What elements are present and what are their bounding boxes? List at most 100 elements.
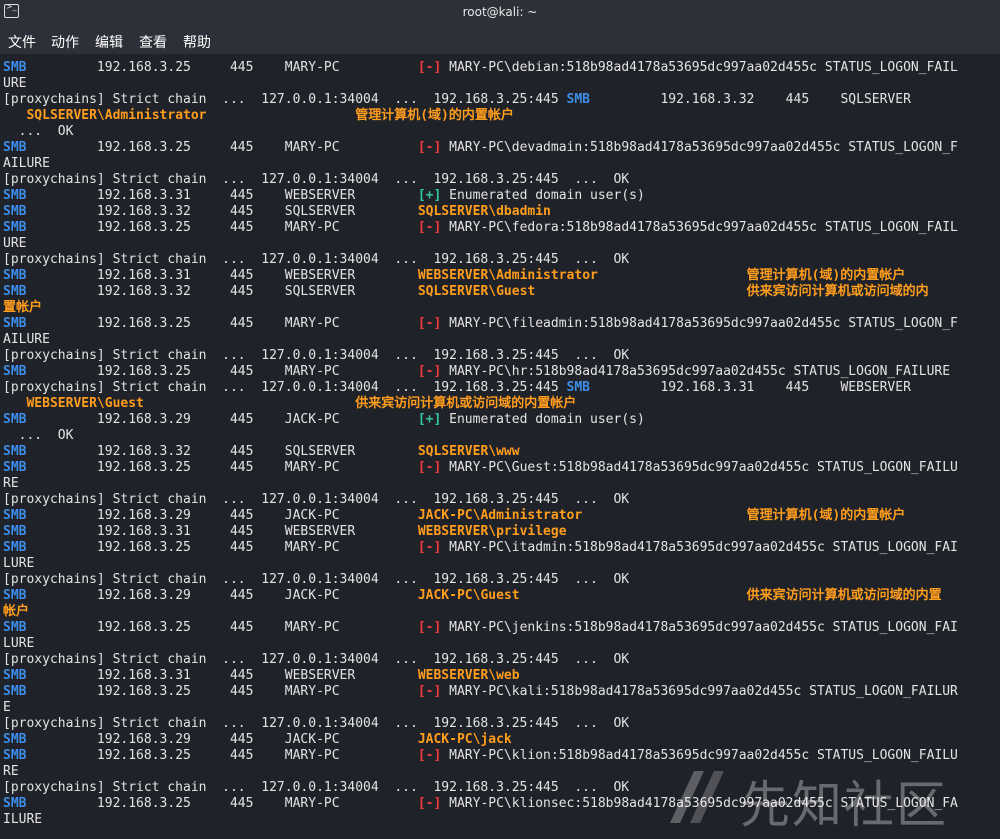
line-text: [proxychains] Strict chain ... 127.0.0.1… xyxy=(3,172,630,187)
terminal-line: SMB 192.168.3.25 445 MARY-PC [-] MARY-PC… xyxy=(3,460,958,476)
protocol-tag: SMB xyxy=(3,316,27,331)
protocol-tag: SMB xyxy=(566,92,591,107)
protocol-tag: SMB xyxy=(3,748,27,763)
highlight-text: 帐户 xyxy=(3,604,30,619)
window-titlebar: root@kali: ~ xyxy=(0,0,1000,26)
line-text: 192.168.3.25 445 MARY-PC xyxy=(26,684,418,699)
highlight-text: SQLSERVER\Guest xyxy=(417,284,536,299)
protocol-tag: SMB xyxy=(566,380,591,395)
fail-marker: [-] xyxy=(417,796,442,811)
line-text: [proxychains] Strict chain ... 127.0.0.1… xyxy=(3,572,630,587)
xianzhi-logo-icon xyxy=(670,771,724,823)
terminal-line: URE xyxy=(3,76,26,92)
line-text: 192.168.3.32 445 SQLSERVER xyxy=(590,92,911,107)
fail-marker: [-] xyxy=(417,364,442,379)
line-text xyxy=(207,108,356,123)
watermark: 先知社区 xyxy=(664,761,994,834)
protocol-tag: SMB xyxy=(3,588,27,603)
line-text xyxy=(3,396,26,411)
protocol-tag: SMB xyxy=(3,684,27,699)
fail-marker: [-] xyxy=(417,316,442,331)
highlight-text: 置帐户 xyxy=(3,300,43,315)
terminal-line: [proxychains] Strict chain ... 127.0.0.1… xyxy=(3,172,629,188)
line-text: MARY-PC\devadmain:518b98ad4178a53695dc99… xyxy=(441,140,958,155)
line-text: 192.168.3.29 445 JACK-PC xyxy=(26,412,418,427)
terminal-line: [proxychains] Strict chain ... 127.0.0.1… xyxy=(3,92,911,108)
line-text: 192.168.3.29 445 JACK-PC xyxy=(26,588,418,603)
line-text: URE xyxy=(3,76,27,91)
terminal-line: SMB 192.168.3.25 445 MARY-PC [-] MARY-PC… xyxy=(3,540,958,556)
terminal-line: [proxychains] Strict chain ... 127.0.0.1… xyxy=(3,492,629,508)
terminal-output[interactable]: ILURE SMB 192.168.3.25 445 MARY-PC [-] MA… xyxy=(0,54,1000,839)
line-text: MARY-PC\Guest:518b98ad4178a53695dc997aa0… xyxy=(441,460,958,475)
line-text: ILURE xyxy=(3,812,43,827)
line-text: [proxychains] Strict chain ... 127.0.0.1… xyxy=(3,716,630,731)
terminal-line: SMB 192.168.3.25 445 MARY-PC [-] MARY-PC… xyxy=(3,364,950,380)
line-text: 192.168.3.31 445 WEBSERVER xyxy=(26,188,418,203)
highlight-text: SQLSERVER\dbadmin xyxy=(417,204,551,219)
line-text: MARY-PC\kali:518b98ad4178a53695dc997aa02… xyxy=(441,684,958,699)
line-text: Enumerated domain user(s) xyxy=(441,412,645,427)
fail-marker: [-] xyxy=(417,540,442,555)
terminal-line: SMB 192.168.3.29 445 JACK-PC [+] Enumera… xyxy=(3,412,645,428)
line-text: [proxychains] Strict chain ... 127.0.0.1… xyxy=(3,652,630,667)
terminal-line: SMB 192.168.3.31 445 WEBSERVER [+] Enume… xyxy=(3,188,645,204)
line-text: MARY-PC\debian:518b98ad4178a53695dc997aa… xyxy=(441,60,958,75)
line-text: 192.168.3.25 445 MARY-PC xyxy=(26,540,418,555)
menu-edit[interactable]: 编辑 xyxy=(95,32,123,52)
fail-marker: [-] xyxy=(417,748,442,763)
terminal-line: SQLSERVER\Administrator 管理计算机(域)的内置帐户 xyxy=(3,108,514,124)
line-text: MARY-PC\jenkins:518b98ad4178a53695dc997a… xyxy=(441,620,958,635)
protocol-tag: SMB xyxy=(3,284,27,299)
protocol-tag: SMB xyxy=(3,540,27,555)
protocol-tag: SMB xyxy=(3,60,27,75)
protocol-tag: SMB xyxy=(3,796,27,811)
line-text xyxy=(535,284,746,299)
line-text: 192.168.3.25 445 MARY-PC xyxy=(26,748,418,763)
line-text: 192.168.3.31 445 WEBSERVER xyxy=(26,268,418,283)
protocol-tag: SMB xyxy=(3,668,27,683)
highlight-text: 管理计算机(域)的内置帐户 xyxy=(355,108,514,123)
line-text: LURE xyxy=(3,636,35,651)
fail-marker: [-] xyxy=(417,220,442,235)
highlight-text: SQLSERVER\Administrator xyxy=(26,108,207,123)
line-text: Enumerated domain user(s) xyxy=(441,188,645,203)
menu-help[interactable]: 帮助 xyxy=(183,32,211,52)
line-text: 192.168.3.25 445 MARY-PC xyxy=(26,140,418,155)
line-text xyxy=(598,268,747,283)
line-text: 192.168.3.25 445 MARY-PC xyxy=(26,220,418,235)
line-text: 192.168.3.25 445 MARY-PC xyxy=(26,620,418,635)
terminal-line: SMB 192.168.3.32 445 SQLSERVER SQLSERVER… xyxy=(3,284,929,300)
line-text: 192.168.3.31 445 WEBSERVER xyxy=(26,668,418,683)
highlight-text: WEBSERVER\Administrator xyxy=(417,268,598,283)
terminal-line: RE xyxy=(3,764,19,780)
protocol-tag: SMB xyxy=(3,620,27,635)
protocol-tag: SMB xyxy=(3,460,27,475)
line-text: [proxychains] Strict chain ... 127.0.0.1… xyxy=(3,348,630,363)
terminal-line: SMB 192.168.3.31 445 WEBSERVER WEBSERVER… xyxy=(3,668,520,684)
menu-view[interactable]: 查看 xyxy=(139,32,167,52)
menu-file[interactable]: 文件 xyxy=(8,32,36,52)
highlight-text: JACK-PC\jack xyxy=(417,732,512,747)
highlight-text: 供来宾访问计算机或访问域的内置帐户 xyxy=(355,396,577,411)
protocol-tag: SMB xyxy=(3,204,27,219)
line-text: [proxychains] Strict chain ... 127.0.0.1… xyxy=(3,780,630,795)
line-text: MARY-PC\hr:518b98ad4178a53695dc997aa02d4… xyxy=(441,364,951,379)
line-text: AILURE xyxy=(3,156,50,171)
terminal-line: ... OK xyxy=(3,124,74,140)
line-text xyxy=(582,508,746,523)
line-text: [proxychains] Strict chain ... 127.0.0.1… xyxy=(3,380,567,395)
line-text: LURE xyxy=(3,556,35,571)
terminal-line: [proxychains] Strict chain ... 127.0.0.1… xyxy=(3,572,629,588)
terminal-line: SMB 192.168.3.29 445 JACK-PC JACK-PC\Gue… xyxy=(3,588,942,604)
terminal-line: 帐户 xyxy=(3,604,29,620)
terminal-line: SMB 192.168.3.25 445 MARY-PC [-] MARY-PC… xyxy=(3,140,958,156)
line-text: MARY-PC\fileadmin:518b98ad4178a53695dc99… xyxy=(441,316,958,331)
menu-action[interactable]: 动作 xyxy=(51,32,79,52)
terminal-line: 置帐户 xyxy=(3,300,42,316)
watermark-text: 先知社区 xyxy=(740,776,948,834)
protocol-tag: SMB xyxy=(3,140,27,155)
fail-marker: [-] xyxy=(417,60,442,75)
protocol-tag: SMB xyxy=(3,220,27,235)
line-text: 192.168.3.25 445 MARY-PC xyxy=(26,60,418,75)
